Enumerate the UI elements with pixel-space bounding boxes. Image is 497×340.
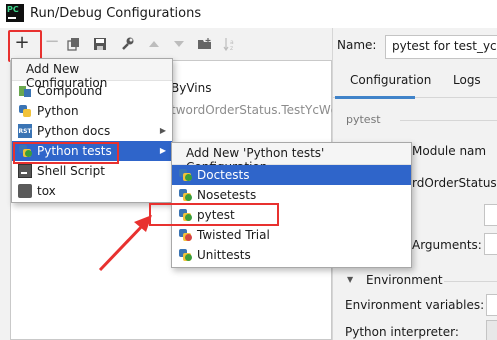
red-arrow-annotation bbox=[98, 215, 152, 272]
